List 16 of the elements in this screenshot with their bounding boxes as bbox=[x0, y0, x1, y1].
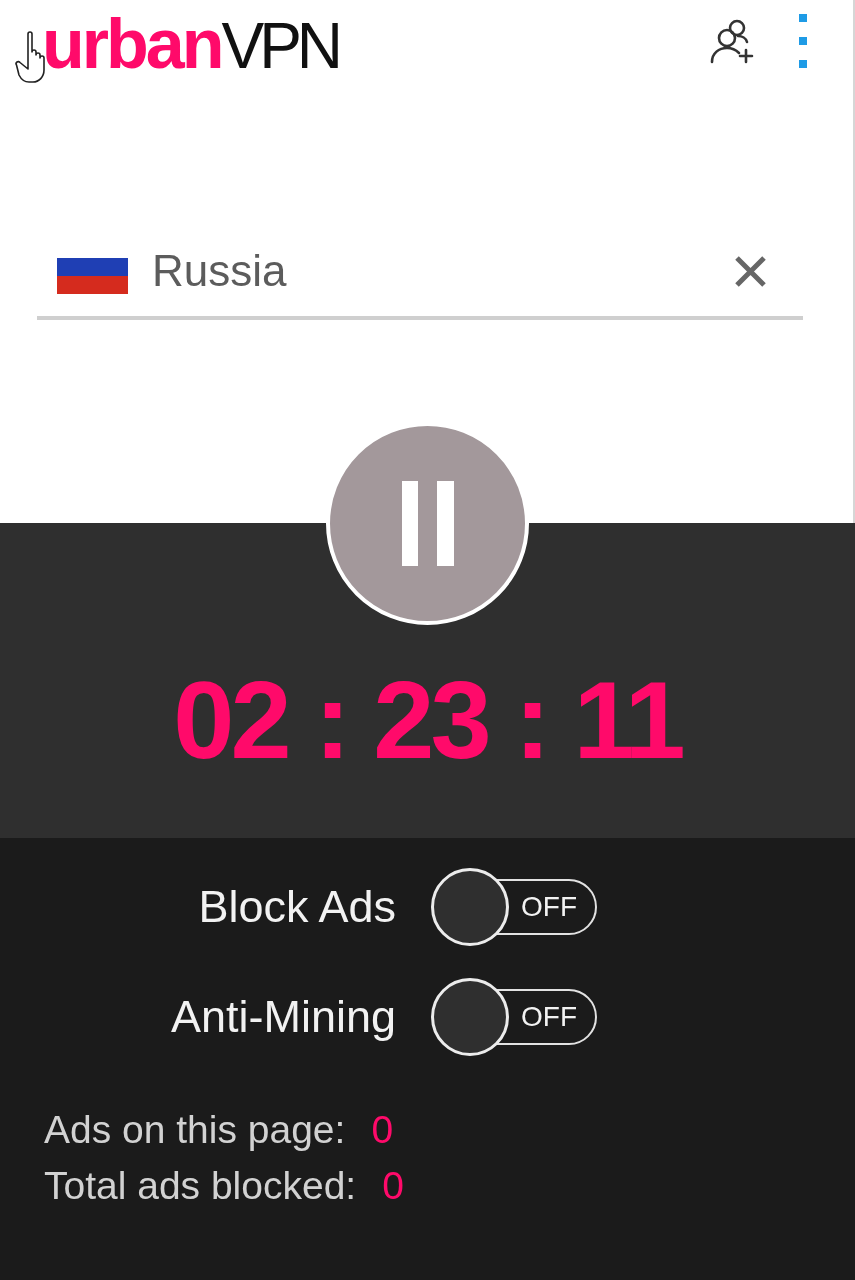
stat-label: Total ads blocked: bbox=[44, 1163, 357, 1209]
connection-timer: 02 : 23 : 11 bbox=[173, 665, 682, 775]
stat-label: Ads on this page: bbox=[44, 1107, 346, 1153]
country-name: Russia bbox=[152, 246, 288, 296]
toggle-label: Anti-Mining bbox=[170, 991, 396, 1043]
flag-icon bbox=[57, 258, 128, 294]
stat-value: 0 bbox=[371, 1107, 394, 1153]
close-icon[interactable] bbox=[735, 255, 766, 287]
stat-value: 0 bbox=[382, 1163, 404, 1209]
pause-icon bbox=[401, 481, 454, 566]
menu-icon[interactable] bbox=[799, 14, 807, 68]
logo: urbanVPN bbox=[42, 9, 339, 79]
toggle-label: Block Ads bbox=[198, 881, 396, 933]
hand-cursor-icon bbox=[14, 28, 46, 84]
country-field[interactable]: Russia bbox=[37, 236, 803, 320]
add-user-icon[interactable] bbox=[709, 18, 755, 64]
